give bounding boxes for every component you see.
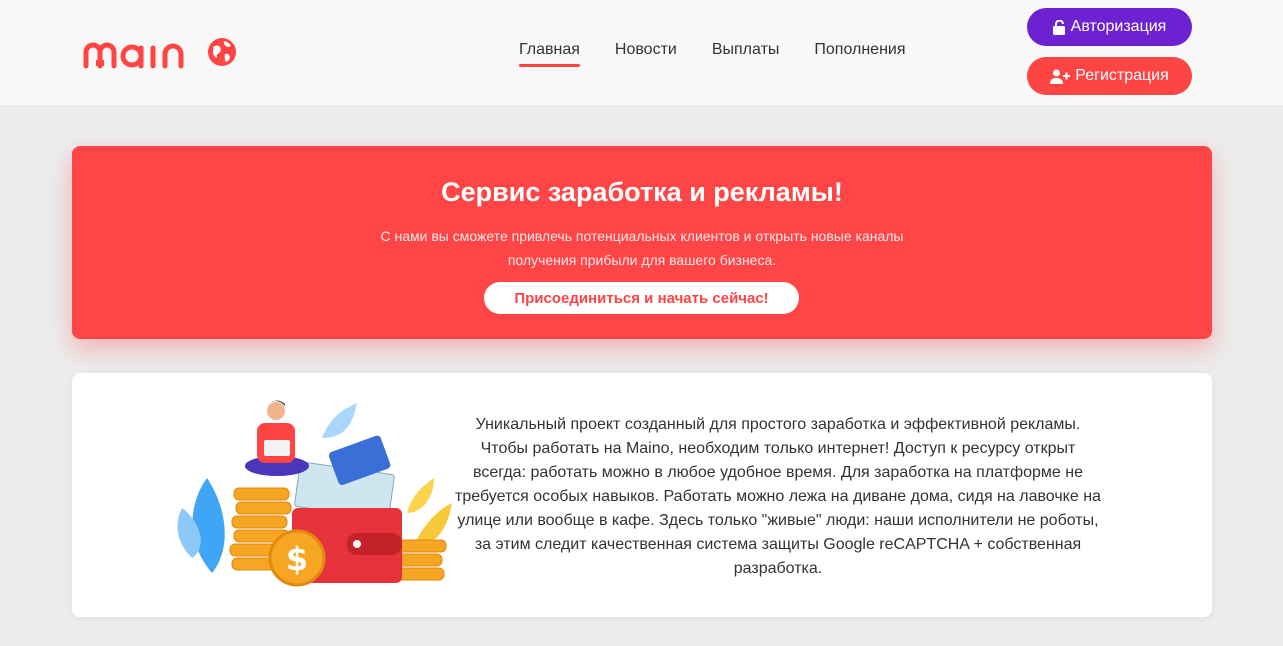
nav-item-deposits[interactable]: Пополнения xyxy=(814,40,905,64)
nav-item-payouts[interactable]: Выплаты xyxy=(712,40,780,64)
nav-item-home[interactable]: Главная xyxy=(519,40,580,67)
about-text: Уникальный проект созданный для простого… xyxy=(455,416,1101,577)
join-now-button[interactable]: Присоединиться и начать сейчас! xyxy=(484,282,799,314)
logo-graphic xyxy=(83,38,236,69)
register-button-label: Регистрация xyxy=(1075,67,1169,84)
hero-subtitle: С нами вы сможете привлечь потенциальных… xyxy=(380,228,904,268)
nav-item-news[interactable]: Новости xyxy=(615,40,677,64)
register-button[interactable]: Регистрация xyxy=(1027,57,1192,95)
user-plus-icon xyxy=(1050,69,1071,84)
login-button[interactable]: Авторизация xyxy=(1027,8,1192,46)
main-nav: Главная Новости Выплаты Пополнения xyxy=(519,40,906,67)
hero-banner: Сервис заработка и рекламы! С нами вы см… xyxy=(72,146,1212,339)
about-card: $ Уникальный проект созданный для просто… xyxy=(72,373,1212,617)
money-illustration: $ xyxy=(177,400,452,587)
header: Главная Новости Выплаты Пополнения Автор… xyxy=(0,0,1283,105)
svg-text:$: $ xyxy=(286,540,308,578)
logo[interactable] xyxy=(82,32,242,72)
unlock-icon xyxy=(1052,19,1065,35)
hero-title: Сервис заработка и рекламы! xyxy=(441,177,843,207)
login-button-label: Авторизация xyxy=(1070,18,1167,35)
